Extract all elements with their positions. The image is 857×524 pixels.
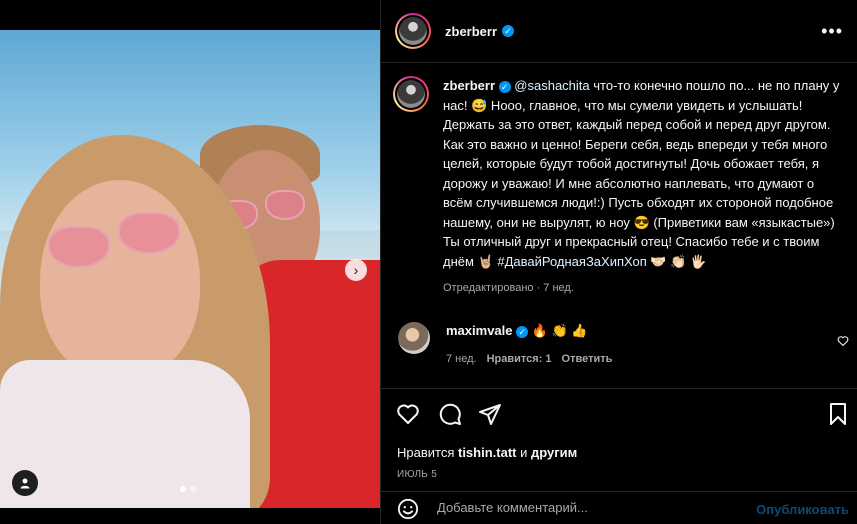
photo-woman-face bbox=[40, 180, 200, 380]
carousel-dots bbox=[180, 486, 196, 492]
publish-button[interactable]: Опубликовать bbox=[756, 502, 849, 517]
heart-icon bbox=[397, 404, 419, 424]
save-button[interactable] bbox=[826, 402, 850, 431]
actions-divider bbox=[381, 388, 857, 389]
comment-icon bbox=[439, 403, 461, 425]
caption-edited-meta: Отредактировано · 7 нед. bbox=[443, 282, 574, 294]
bookmark-icon bbox=[830, 403, 846, 425]
comment-like-button[interactable] bbox=[837, 334, 849, 352]
verified-badge-icon: ✓ bbox=[502, 25, 515, 37]
caption-mention-link[interactable]: @sashachita bbox=[514, 78, 589, 93]
comment-input[interactable] bbox=[437, 500, 737, 515]
tagged-users-button[interactable] bbox=[12, 470, 38, 496]
commenter-avatar[interactable] bbox=[398, 322, 430, 354]
caption-hashtag-link[interactable]: #ДавайРоднаяЗаХипХоп bbox=[497, 254, 646, 269]
comment-item: maximvale ✓ 🔥 👏 👍 7 нед. Нравится: 1 Отв… bbox=[398, 322, 850, 368]
more-icon: ••• bbox=[821, 21, 843, 41]
user-tag-icon bbox=[20, 478, 30, 489]
share-button[interactable] bbox=[478, 402, 502, 431]
emoji-icon bbox=[397, 498, 419, 520]
chevron-right-icon: › bbox=[353, 262, 359, 278]
likes-others-link[interactable]: другим bbox=[531, 445, 577, 460]
commenter-username[interactable]: maximvale bbox=[446, 323, 513, 338]
heart-icon bbox=[837, 336, 849, 347]
caption-text: что-то конечно пошло по... не по плану у… bbox=[443, 78, 840, 269]
post-photo[interactable]: › bbox=[0, 30, 380, 508]
post-date[interactable]: ИЮЛЬ 5 bbox=[397, 469, 437, 480]
more-options-button[interactable]: ••• bbox=[821, 22, 843, 40]
carousel-dot bbox=[190, 486, 196, 492]
likes-prefix: Нравится bbox=[397, 445, 458, 460]
author-username[interactable]: zberberr bbox=[445, 24, 497, 39]
share-icon bbox=[479, 404, 501, 425]
carousel-dot bbox=[180, 486, 186, 492]
emoji-button[interactable] bbox=[397, 498, 419, 524]
post-actions bbox=[396, 402, 848, 428]
photo-glasses-lens bbox=[48, 226, 110, 268]
photo-glasses-lens bbox=[118, 212, 180, 254]
caption-username[interactable]: zberberr bbox=[443, 78, 495, 93]
panel-divider bbox=[380, 0, 381, 524]
comment-text: 🔥 👏 👍 bbox=[528, 323, 588, 338]
author-avatar[interactable] bbox=[395, 13, 431, 49]
caption-tail: 🤝🏻 👏🏻 🖐🏻 bbox=[646, 253, 707, 269]
comment-age[interactable]: 7 нед. bbox=[446, 350, 477, 368]
likes-summary: Нравится tishin.tatt и другим bbox=[397, 445, 577, 460]
like-button[interactable] bbox=[396, 402, 420, 431]
photo-glasses-lens bbox=[265, 190, 305, 220]
verified-badge-icon: ✓ bbox=[498, 80, 511, 93]
likes-user-link[interactable]: tishin.tatt bbox=[458, 445, 517, 460]
post-header: zberberr ✓ ••• bbox=[381, 0, 857, 63]
comment-button[interactable] bbox=[438, 402, 462, 431]
verified-badge-icon: ✓ bbox=[516, 325, 529, 338]
caption-author-avatar[interactable] bbox=[393, 76, 429, 112]
carousel-next-button[interactable]: › bbox=[345, 259, 367, 281]
likes-suffix: и bbox=[516, 445, 531, 460]
comment-likes-link[interactable]: Нравится: 1 bbox=[487, 350, 552, 368]
post-caption: zberberr ✓ @sashachita что-то конечно по… bbox=[393, 76, 843, 299]
comment-bar: Опубликовать bbox=[381, 492, 857, 524]
comment-reply-button[interactable]: Ответить bbox=[562, 350, 613, 368]
